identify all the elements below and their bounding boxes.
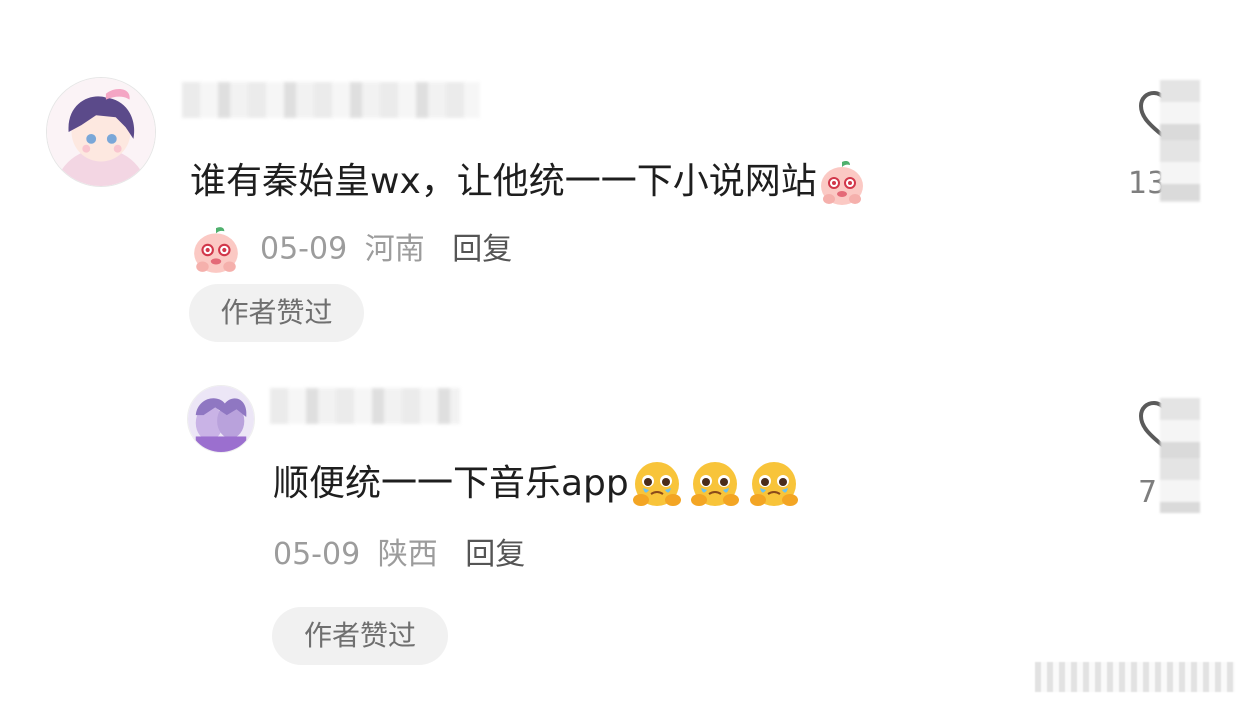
comment-meta: 05-09 陕西 回复 bbox=[273, 535, 525, 575]
peach-blush-emoji bbox=[817, 158, 867, 208]
watermark bbox=[1035, 662, 1235, 692]
author-liked-badge: 作者赞过 bbox=[189, 284, 364, 342]
comment-date: 05-09 bbox=[273, 537, 361, 572]
avatar-image bbox=[47, 78, 155, 186]
like-count: 7 bbox=[1138, 475, 1158, 510]
comment-text: 谁有秦始皇wx，让他统一一下小说网站 bbox=[190, 161, 817, 202]
username-blurred[interactable] bbox=[270, 388, 460, 424]
pleading-face-emoji bbox=[629, 460, 685, 510]
comment-text: 顺便统一一下音乐app bbox=[273, 463, 629, 504]
avatar[interactable] bbox=[187, 385, 255, 453]
comment-date: 05-09 bbox=[260, 231, 348, 267]
comment-location: 陕西 bbox=[377, 537, 438, 572]
pleading-face-emoji bbox=[685, 460, 745, 510]
comment-text-row: 顺便统一一下音乐app bbox=[273, 460, 803, 510]
comment-meta: 05-09 河南 回复 bbox=[190, 224, 512, 276]
comment-text-row: 谁有秦始皇wx，让他统一一下小说网站 bbox=[190, 158, 867, 208]
blurred-area bbox=[1160, 398, 1200, 513]
blurred-area bbox=[1160, 80, 1200, 202]
author-liked-badge: 作者赞过 bbox=[272, 607, 448, 665]
username-blurred[interactable] bbox=[182, 82, 480, 118]
peach-blush-emoji bbox=[190, 224, 242, 276]
reply-button[interactable]: 回复 bbox=[465, 537, 525, 572]
pleading-face-emoji bbox=[745, 460, 803, 510]
comment-location: 河南 bbox=[364, 231, 425, 267]
reply-button[interactable]: 回复 bbox=[452, 232, 512, 267]
avatar[interactable] bbox=[46, 77, 156, 187]
avatar-image bbox=[188, 386, 254, 452]
